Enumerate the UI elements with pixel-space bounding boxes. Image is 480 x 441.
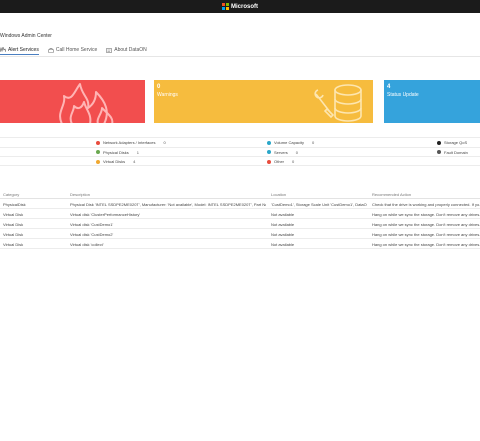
table-row[interactable]: PhysicalDisk Physical Disk 'INTEL SSDPE2… <box>0 199 480 209</box>
tab-label: Alert Services <box>8 46 39 53</box>
microsoft-logo-icon <box>222 3 229 10</box>
column-header-description[interactable]: Description <box>70 192 266 197</box>
cell-description: Virtual disk 'CustDemo2' <box>70 232 114 237</box>
status-dot-icon <box>437 150 441 154</box>
status-count: 4 <box>133 159 136 164</box>
column-header-category[interactable]: Category <box>3 192 63 197</box>
status-item-servers[interactable]: Servers 0 <box>267 149 298 156</box>
status-dot-icon <box>267 140 271 145</box>
status-item-virtual-disks[interactable]: Virtual Disks 4 <box>96 158 135 165</box>
status-count: 0 <box>295 149 299 155</box>
cell-recommended-action: Hang on while we sync the storage. Don't… <box>372 222 480 227</box>
status-item-volume-capacity[interactable]: Volume Capacity 0 <box>267 139 314 146</box>
cell-category: Virtual Disk <box>3 212 24 217</box>
card-label: Status Update <box>387 92 419 98</box>
cell-location: Not available <box>271 242 295 247</box>
status-label: Fault Domain <box>444 149 468 155</box>
status-row: Physical Disks 1 Servers 0 Fault Domain <box>0 146 480 157</box>
status-dot-icon <box>437 140 441 145</box>
status-count: 1 <box>136 149 140 155</box>
tab-alert-services[interactable]: Alert Services <box>0 45 39 55</box>
table-header: Category Description Location Recommende… <box>0 189 480 199</box>
status-item-physical-disks[interactable]: Physical Disks 1 <box>96 149 139 156</box>
cell-description: Virtual disk 'ClusterPerformanceHistory' <box>70 212 141 217</box>
critical-card[interactable] <box>0 80 145 123</box>
status-label: Servers <box>274 149 288 155</box>
cell-category: Virtual Disk <box>3 242 24 247</box>
status-label: Storage QoS <box>444 140 468 145</box>
phone-icon <box>48 47 54 53</box>
alerts-table: Category Description Location Recommende… <box>0 189 480 249</box>
alert-icon <box>0 45 7 53</box>
cell-category: Virtual Disk <box>3 232 24 237</box>
brand-name: Microsoft <box>231 3 258 10</box>
status-dot-icon <box>96 140 100 145</box>
tab-label: Call Home Service <box>55 47 98 53</box>
card-label: Warnings <box>157 92 178 98</box>
cell-location: Not available <box>271 222 295 227</box>
tab-about-dataon[interactable]: About DataON <box>106 45 147 55</box>
tab-label: About DataON <box>114 47 147 53</box>
cell-location: Not available <box>271 212 295 217</box>
status-dot-icon <box>267 159 271 164</box>
cell-recommended-action: Check that the drive is working and prop… <box>372 202 480 207</box>
warnings-card[interactable]: 0 Warnings <box>154 80 373 123</box>
fire-icon <box>59 83 114 123</box>
status-item-fault-domain[interactable]: Fault Domain <box>437 149 468 156</box>
status-item-network-adapters[interactable]: Network Adapters / Interfaces 0 <box>96 139 166 146</box>
card-count: 4 <box>387 84 391 90</box>
column-header-location[interactable]: Location <box>271 192 367 197</box>
status-count: 0 <box>312 140 315 145</box>
app-title: Windows Admin Center <box>0 33 52 39</box>
column-header-recommended-action[interactable]: Recommended Action <box>372 192 480 197</box>
tab-divider <box>0 56 480 57</box>
status-dot-icon <box>96 159 100 164</box>
cell-recommended-action: Hang on while we sync the storage. Don't… <box>372 232 480 237</box>
cell-description: Virtual disk 'CustDemo1' <box>70 222 114 227</box>
cell-category: Virtual Disk <box>3 222 24 227</box>
status-label: Other <box>274 159 285 164</box>
status-label: Volume Capacity <box>274 140 305 145</box>
status-label: Physical Disks <box>103 149 129 155</box>
top-bar: Microsoft <box>0 0 480 13</box>
table-row[interactable]: Virtual Disk Virtual disk 'CustDemo2' No… <box>0 229 480 239</box>
cell-description: Physical Disk 'INTEL SSDPE2ME020T', Manu… <box>70 202 266 207</box>
cell-location: Not available <box>271 232 295 237</box>
status-summary: Network Adapters / Interfaces 0 Volume C… <box>0 137 480 166</box>
status-row: Virtual Disks 4 Other 0 <box>0 156 480 166</box>
status-update-card[interactable]: 4 Status Update <box>384 80 480 123</box>
status-label: Virtual Disks <box>103 159 126 164</box>
info-icon <box>106 47 113 53</box>
cell-recommended-action: Hang on while we sync the storage. Don't… <box>372 212 480 217</box>
cell-location: 'CustDemo1', Storage Scale Unit 'CustDem… <box>271 202 367 207</box>
status-count: 0 <box>163 140 166 145</box>
server-wrench-icon <box>314 84 362 122</box>
cell-description: Virtual disk 'collect' <box>70 242 104 247</box>
cell-category: PhysicalDisk <box>3 202 26 207</box>
table-row[interactable]: Virtual Disk Virtual disk 'ClusterPerfor… <box>0 209 480 219</box>
status-dot-icon <box>267 150 271 154</box>
status-count: 0 <box>292 159 295 164</box>
status-dot-icon <box>96 150 100 154</box>
card-count: 0 <box>157 84 161 90</box>
microsoft-logo[interactable]: Microsoft <box>222 3 258 10</box>
table-row[interactable]: Virtual Disk Virtual disk 'collect' Not … <box>0 239 480 249</box>
status-item-storage-qos[interactable]: Storage QoS <box>437 139 467 146</box>
cell-recommended-action: Hang on while we sync the storage. Don't… <box>372 242 480 247</box>
tab-call-home-service[interactable]: Call Home Service <box>48 45 97 55</box>
table-row[interactable]: Virtual Disk Virtual disk 'CustDemo1' No… <box>0 219 480 229</box>
status-item-other[interactable]: Other 0 <box>267 158 294 165</box>
status-row: Network Adapters / Interfaces 0 Volume C… <box>0 137 480 147</box>
status-label: Network Adapters / Interfaces <box>103 140 156 145</box>
